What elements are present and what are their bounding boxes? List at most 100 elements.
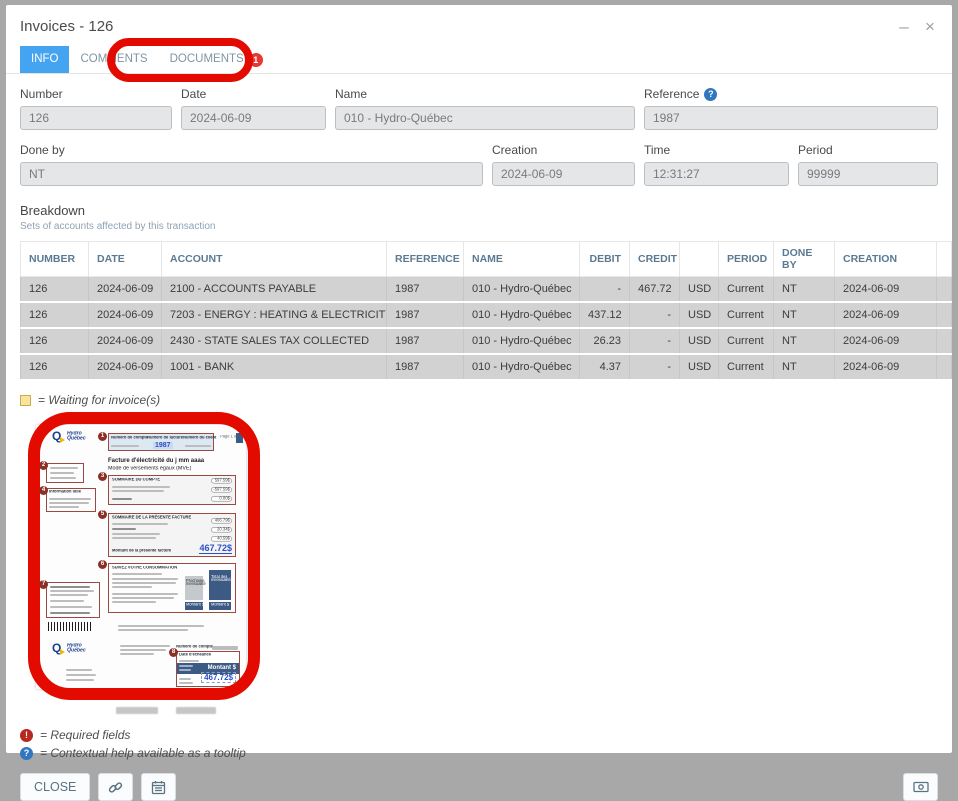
period-label: Period — [798, 143, 938, 157]
table-cell: 2024-06-09 — [835, 328, 937, 354]
invoice-number: 1987 — [153, 442, 173, 449]
doneby-label: Done by — [20, 143, 483, 157]
name-field: 010 - Hydro-Québec — [335, 106, 635, 130]
table-column-header — [937, 242, 952, 277]
table-cell: 7203 - ENERGY : HEATING & ELECTRICITY — [162, 302, 387, 328]
tab-info[interactable]: INFO — [20, 46, 69, 73]
close-icon[interactable]: × — [922, 18, 938, 35]
table-cell: 2100 - ACCOUNTS PAYABLE — [162, 277, 387, 303]
creation-field: 2024-06-09 — [492, 162, 635, 186]
table-cell: 4.37 — [580, 354, 630, 380]
office-address-box — [46, 582, 100, 618]
required-icon: ! — [20, 729, 33, 742]
table-cell: 126 — [21, 277, 89, 303]
table-column-header: NUMBER — [21, 242, 89, 277]
reference-help-icon[interactable]: ? — [704, 88, 717, 101]
dialog-titlebar: Invoices - 126 – × — [20, 5, 938, 35]
table-cell: 010 - Hydro-Québec — [464, 302, 580, 328]
table-cell: 126 — [21, 328, 89, 354]
table-cell: 2024-06-09 — [89, 328, 162, 354]
table-cell: Current — [719, 277, 774, 303]
invoice-summary-box: SOMMAIRE DE LA PRÉSENTE FACTURE 406.79$ … — [108, 513, 236, 557]
hydro-quebec-logo-stub: Q HydroQuébec — [52, 643, 89, 655]
close-button[interactable]: CLOSE — [20, 773, 90, 801]
documents-count-badge: 1 — [249, 53, 263, 67]
reference-field: 1987 — [644, 106, 938, 130]
table-cell: Current — [719, 302, 774, 328]
consumption-bar-next-amount: Montant $ — [185, 602, 203, 610]
table-cell: 2024-06-09 — [835, 277, 937, 303]
callout-3: 3 — [98, 472, 107, 481]
doneby-field: NT — [20, 162, 483, 186]
table-cell: 2024-06-09 — [89, 354, 162, 380]
table-cell: NT — [774, 277, 835, 303]
callout-1: 1 — [98, 432, 107, 441]
table-cell: 467.72 — [630, 277, 680, 303]
waiting-legend-text: = Waiting for invoice(s) — [38, 393, 160, 407]
table-cell: 2024-06-09 — [89, 277, 162, 303]
stub-amount-header: Montant $ — [208, 665, 236, 671]
table-cell: 26.23 — [580, 328, 630, 354]
callout-8: 8 — [169, 648, 178, 657]
table-row[interactable]: 1262024-06-092430 - STATE SALES TAX COLL… — [21, 328, 952, 354]
reference-label: Reference — [644, 87, 699, 101]
calendar-button[interactable] — [141, 773, 176, 801]
invoice-total-amount: 467.72$ — [199, 543, 232, 554]
time-field: 12:31:27 — [644, 162, 789, 186]
document-caption-blurred — [116, 707, 938, 714]
useful-info-box: Information utile — [46, 488, 96, 512]
table-cell: 2430 - STATE SALES TAX COLLECTED — [162, 328, 387, 354]
dialog-title: Invoices - 126 — [20, 18, 113, 35]
amount-due-box: Date d'échéance Montant $ 467.72$ — [176, 651, 240, 687]
table-cell — [937, 354, 952, 380]
table-cell: - — [580, 277, 630, 303]
table-column-header: NAME — [464, 242, 580, 277]
link-icon — [108, 780, 123, 795]
callout-6: 6 — [98, 560, 107, 569]
link-button[interactable] — [98, 773, 133, 801]
account-summary-box: SOMMAIRE DU COMPTE 597.59$ -597.59$ 0.00… — [108, 475, 236, 505]
table-cell: USD — [680, 354, 719, 380]
number-label: Number — [20, 87, 172, 101]
calendar-icon — [151, 780, 166, 795]
waiting-status-icon — [20, 395, 31, 406]
tab-comments[interactable]: COMMENTS — [69, 46, 158, 73]
callout-5: 5 — [98, 510, 107, 519]
table-cell: USD — [680, 328, 719, 354]
table-cell — [937, 328, 952, 354]
invoice-header-box: Numéro de compte Numéro de facture 1987 … — [108, 433, 214, 451]
date-field: 2024-06-09 — [181, 106, 326, 130]
table-cell: NT — [774, 328, 835, 354]
customer-address-box — [46, 463, 84, 483]
table-cell: Current — [719, 328, 774, 354]
table-header-row: NUMBERDATEACCOUNTREFERENCENAMEDEBITCREDI… — [21, 242, 952, 277]
table-column-header: REFERENCE — [387, 242, 464, 277]
table-row[interactable]: 1262024-06-097203 - ENERGY : HEATING & E… — [21, 302, 952, 328]
contextual-help-icon: ? — [20, 747, 33, 760]
name-label: Name — [335, 87, 635, 101]
table-column-header: CREATION — [835, 242, 937, 277]
table-cell — [937, 302, 952, 328]
invoice-dialog: Invoices - 126 – × INFO COMMENTS DOCUMEN… — [6, 5, 952, 753]
table-row[interactable]: 1262024-06-092100 - ACCOUNTS PAYABLE1987… — [21, 277, 952, 303]
table-cell — [937, 277, 952, 303]
payment-button[interactable] — [903, 773, 938, 801]
callout-4: 4 — [39, 486, 48, 495]
table-cell: 1987 — [387, 354, 464, 380]
stub-account-label: Numéro de compte — [176, 645, 213, 649]
required-legend-text: = Required fields — [40, 728, 130, 742]
table-cell: 126 — [21, 354, 89, 380]
callout-7: 7 — [39, 580, 48, 589]
table-column-header — [680, 242, 719, 277]
table-cell: 010 - Hydro-Québec — [464, 277, 580, 303]
table-column-header: PERIOD — [719, 242, 774, 277]
table-column-header: ACCOUNT — [162, 242, 387, 277]
invoice-document-thumbnail[interactable]: Q HydroQuébec 1 2 3 4 5 6 7 8 Numéro de … — [36, 425, 246, 689]
bill-subtitle: Mode de versements égaux (MVE) — [108, 466, 191, 471]
table-cell: 437.12 — [580, 302, 630, 328]
minimize-icon[interactable]: – — [896, 18, 912, 35]
table-cell: 010 - Hydro-Québec — [464, 354, 580, 380]
tab-documents[interactable]: DOCUMENTS 1 — [159, 46, 274, 73]
table-row[interactable]: 1262024-06-091001 - BANK1987010 - Hydro-… — [21, 354, 952, 380]
consumption-bar-total-amount: Montant $ — [209, 602, 231, 610]
